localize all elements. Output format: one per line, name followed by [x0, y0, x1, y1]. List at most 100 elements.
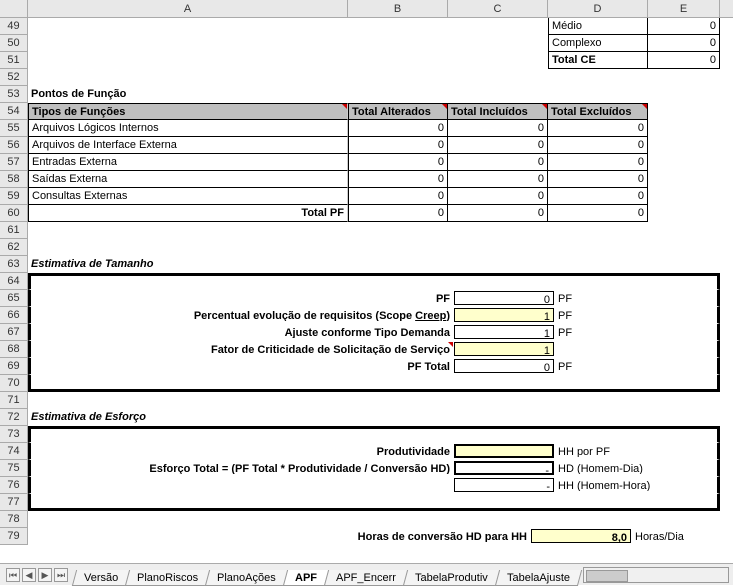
row-header[interactable]: 50 [0, 35, 27, 52]
cell-label-fator: Fator de Criticidade de Solicitação de S… [34, 342, 454, 356]
row-header[interactable]: 64 [0, 273, 27, 290]
row-header[interactable]: 77 [0, 494, 27, 511]
col-header-D[interactable]: D [548, 0, 648, 17]
row-header[interactable]: 60 [0, 205, 27, 222]
row-header[interactable]: 71 [0, 392, 27, 409]
cell-B60[interactable]: 0 [348, 205, 448, 222]
row-header[interactable]: 51 [0, 52, 27, 69]
row-header[interactable]: 58 [0, 171, 27, 188]
cell-A54-header[interactable]: Tipos de Funções [28, 103, 348, 120]
row-header[interactable]: 54 [0, 103, 27, 120]
tab-nav-prev-icon[interactable]: ◀ [22, 568, 36, 582]
row-header[interactable]: 75 [0, 460, 27, 477]
cell-A63-section-size[interactable]: Estimativa de Tamanho [28, 256, 348, 273]
spreadsheet-cells[interactable]: Médio 0 Complexo 0 Total CE 0 Pontos de … [28, 18, 733, 545]
row-header[interactable]: 72 [0, 409, 27, 426]
tab-planoacoes[interactable]: PlanoAções [205, 570, 288, 586]
row-header[interactable]: 57 [0, 154, 27, 171]
tab-tabelaprodutiv[interactable]: TabelaProdutiv [403, 570, 500, 586]
row-header[interactable]: 55 [0, 120, 27, 137]
row-header[interactable]: 70 [0, 375, 27, 392]
row-header[interactable]: 62 [0, 239, 27, 256]
cell-D51[interactable]: Total CE [548, 52, 648, 69]
cell-A60-total[interactable]: Total PF [28, 205, 348, 222]
col-header-E[interactable]: E [648, 0, 720, 17]
scope-creep-link[interactable]: Creep [415, 310, 446, 322]
tab-nav-first-icon[interactable]: ⏮ [6, 568, 20, 582]
tab-apf[interactable]: APF [283, 570, 329, 586]
cell-A53-section-pf[interactable]: Pontos de Função [28, 86, 348, 103]
row-header[interactable]: 63 [0, 256, 27, 273]
tab-tabelaajuste[interactable]: TabelaAjuste [495, 570, 582, 586]
col-header-B[interactable]: B [348, 0, 448, 17]
select-all-corner[interactable] [0, 0, 28, 17]
tab-nav-next-icon[interactable]: ▶ [38, 568, 52, 582]
cell-D54-header[interactable]: Total Excluídos [548, 103, 648, 120]
row-header[interactable]: 74 [0, 443, 27, 460]
cell-A59[interactable]: Consultas Externas [28, 188, 348, 205]
row-header[interactable]: 68 [0, 341, 27, 358]
cell-B59[interactable]: 0 [348, 188, 448, 205]
row-header[interactable]: 76 [0, 477, 27, 494]
cell-C57[interactable]: 0 [448, 154, 548, 171]
row-header[interactable]: 78 [0, 511, 27, 528]
row-header[interactable]: 69 [0, 358, 27, 375]
tab-planoriscos[interactable]: PlanoRiscos [125, 570, 210, 586]
tab-nav-last-icon[interactable]: ⏭ [54, 568, 68, 582]
row-header[interactable]: 52 [0, 69, 27, 86]
cell-B57[interactable]: 0 [348, 154, 448, 171]
cell-val-ajuste[interactable]: 1 [454, 325, 554, 339]
cell-C60[interactable]: 0 [448, 205, 548, 222]
col-header-C[interactable]: C [448, 0, 548, 17]
cell-val-prod[interactable] [454, 444, 554, 458]
cell-D55[interactable]: 0 [548, 120, 648, 137]
cell-D57[interactable]: 0 [548, 154, 648, 171]
cell-D60[interactable]: 0 [548, 205, 648, 222]
cell-val-pftotal[interactable]: 0 [454, 359, 554, 373]
cell-B58[interactable]: 0 [348, 171, 448, 188]
cell-C58[interactable]: 0 [448, 171, 548, 188]
cell-val-hh[interactable]: - [454, 478, 554, 492]
cell-B55[interactable]: 0 [348, 120, 448, 137]
cell-C56[interactable]: 0 [448, 137, 548, 154]
cell-A56[interactable]: Arquivos de Interface Externa [28, 137, 348, 154]
cell-A58[interactable]: Saídas Externa [28, 171, 348, 188]
row-header[interactable]: 79 [0, 528, 27, 545]
cell-val-fator[interactable]: 1 [454, 342, 554, 356]
tab-versao[interactable]: Versão [72, 570, 131, 586]
cell-A55[interactable]: Arquivos Lógicos Internos [28, 120, 348, 137]
cell-C59[interactable]: 0 [448, 188, 548, 205]
row-header[interactable]: 61 [0, 222, 27, 239]
row-header[interactable]: 73 [0, 426, 27, 443]
cell-C55[interactable]: 0 [448, 120, 548, 137]
cell-D56[interactable]: 0 [548, 137, 648, 154]
cell-D49[interactable]: Médio [548, 18, 648, 35]
cell-val-conv[interactable]: 8,0 [531, 529, 631, 543]
row-header[interactable]: 59 [0, 188, 27, 205]
cell-E51[interactable]: 0 [648, 52, 720, 69]
row-header[interactable]: 56 [0, 137, 27, 154]
cell-val-scopecreep[interactable]: 1 [454, 308, 554, 322]
row-header[interactable]: 66 [0, 307, 27, 324]
row-header[interactable]: 65 [0, 290, 27, 307]
row-header-gutter: 49 50 51 52 53 54 55 56 57 58 59 60 61 6… [0, 18, 28, 545]
cell-C54-header[interactable]: Total Incluídos [448, 103, 548, 120]
row-header[interactable]: 49 [0, 18, 27, 35]
cell-B54-header[interactable]: Total Alterados [348, 103, 448, 120]
tab-apf-encerr[interactable]: APF_Encerr [324, 570, 408, 586]
cell-A72-section-effort[interactable]: Estimativa de Esforço [28, 409, 348, 426]
cell-D58[interactable]: 0 [548, 171, 648, 188]
cell-D50[interactable]: Complexo [548, 35, 648, 52]
cell-E50[interactable]: 0 [648, 35, 720, 52]
cell-B56[interactable]: 0 [348, 137, 448, 154]
cell-label-prod: Produtividade [34, 444, 454, 458]
cell-D59[interactable]: 0 [548, 188, 648, 205]
horizontal-scrollbar[interactable] [583, 567, 729, 583]
col-header-A[interactable]: A [28, 0, 348, 17]
row-header[interactable]: 53 [0, 86, 27, 103]
cell-val-pf[interactable]: 0 [454, 291, 554, 305]
cell-A57[interactable]: Entradas Externa [28, 154, 348, 171]
cell-E49[interactable]: 0 [648, 18, 720, 35]
cell-val-etotal[interactable]: - [454, 461, 554, 475]
row-header[interactable]: 67 [0, 324, 27, 341]
